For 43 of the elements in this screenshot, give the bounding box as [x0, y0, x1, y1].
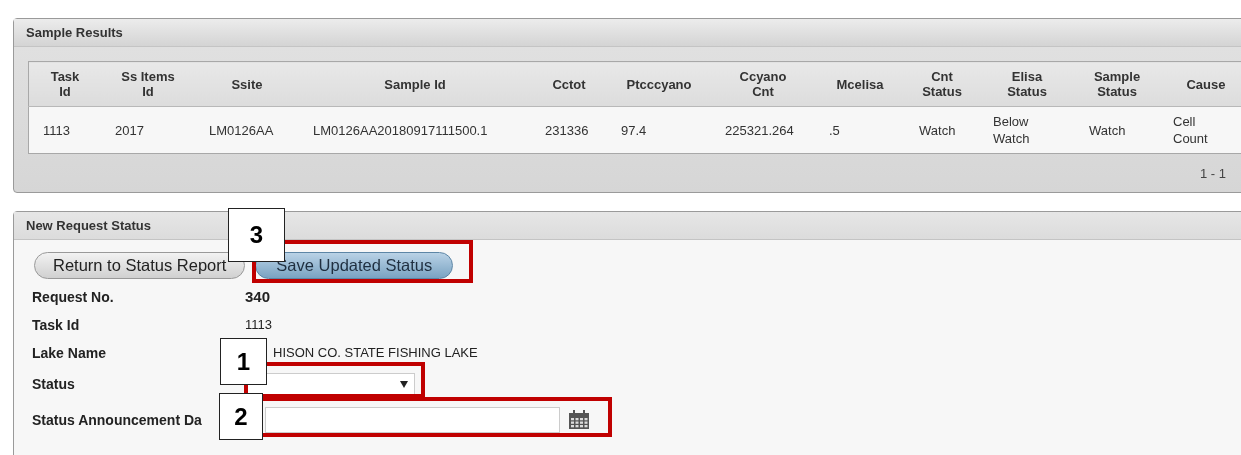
table-cell: .5: [829, 121, 840, 139]
return-button[interactable]: Return to Status Report: [34, 252, 246, 279]
column-header: Ptcccyano: [626, 76, 692, 92]
date-field[interactable]: [265, 407, 560, 433]
column-header: Task Id: [49, 69, 81, 99]
panel-title: Sample Results: [26, 25, 123, 40]
field-label: Task Id: [32, 316, 80, 335]
column-header: Elisa Status: [1006, 69, 1048, 99]
column-header: Cctot: [552, 76, 586, 92]
field-value: 1113: [245, 316, 273, 334]
caret-icon: [400, 380, 408, 388]
column-header: Cause: [1186, 76, 1226, 92]
table-cell-text: Below Watch: [993, 113, 1031, 147]
column-header: Ss Items Id: [120, 69, 176, 99]
field-label: Lake Name: [32, 344, 106, 363]
callout-number: 3: [228, 208, 285, 262]
table-cell: 2017: [115, 121, 144, 139]
column-header: Sample Id: [384, 76, 446, 92]
callout-number: 2: [219, 393, 263, 440]
table-cell: LM0126AA20180917111500.1: [313, 121, 488, 139]
column-header: Mcelisa: [836, 76, 884, 92]
table-cell: 225321.264: [725, 121, 794, 139]
table-cell: 97.4: [621, 121, 647, 139]
column-header: Ccyano Cnt: [738, 69, 788, 99]
callout-number: 1: [220, 338, 267, 385]
table-cell: Watch: [1089, 121, 1126, 139]
field-label: Status Announcement Da: [32, 411, 202, 430]
panel-title: New Request Status: [26, 218, 151, 233]
field-label: Request No.: [32, 288, 114, 307]
column-header: Sample Status: [1092, 69, 1142, 99]
field-value: 340: [245, 287, 272, 307]
table-cell-text: Cell Count: [1173, 113, 1209, 147]
table-cell: Watch: [919, 121, 956, 139]
column-header: Cnt Status: [921, 69, 963, 99]
field-value: HISON CO. STATE FISHING LAKE: [272, 344, 479, 362]
table-cell: 231336: [545, 121, 589, 139]
calendar-icon[interactable]: [568, 410, 590, 430]
table-cell: 1113: [43, 121, 70, 139]
status-dropdown[interactable]: [245, 373, 415, 395]
table-cell: LM0126AA: [209, 121, 274, 139]
pager-text: 1 - 1: [1200, 165, 1226, 181]
column-header: Ssite: [231, 76, 263, 92]
field-label: Status: [32, 375, 75, 394]
